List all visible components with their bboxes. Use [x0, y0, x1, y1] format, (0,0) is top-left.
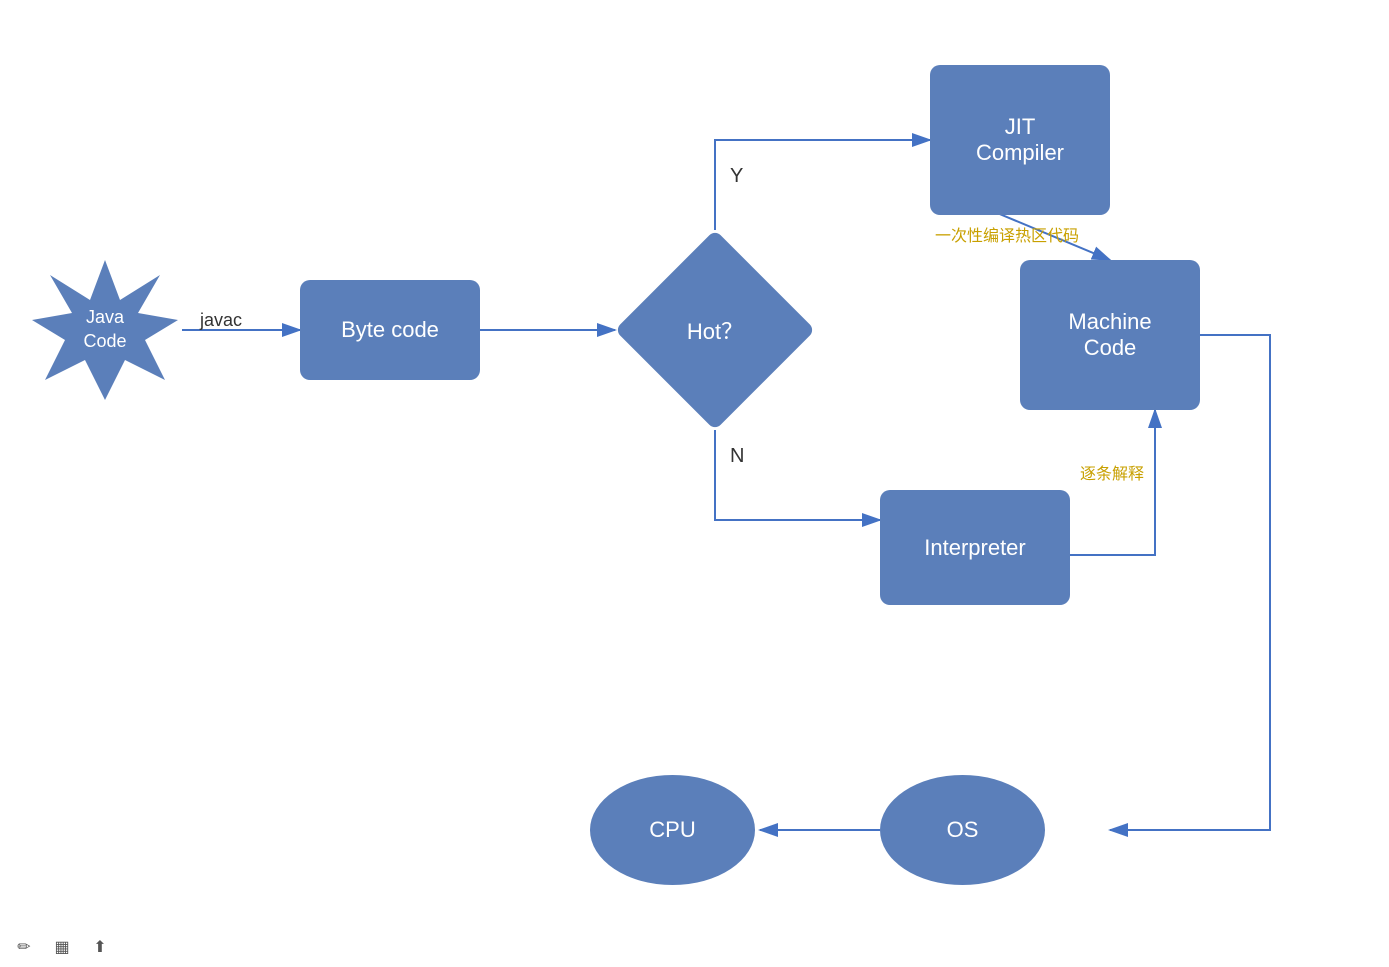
machine-code-node: Machine Code: [1020, 260, 1200, 410]
hot-decision-node: Hot？: [615, 230, 815, 430]
no-label: N: [730, 445, 744, 468]
javac-label: javac: [200, 310, 242, 331]
edit-button[interactable]: ✏: [10, 935, 38, 959]
byte-code-node: Byte code: [300, 280, 480, 380]
diagram: Java Code javac Byte code Hot？ Y N JIT C…: [0, 0, 1389, 967]
svg-text:Java: Java: [86, 307, 125, 327]
java-code-node: Java Code: [30, 255, 180, 405]
export-button[interactable]: ⬆: [86, 935, 114, 959]
os-node: OS: [880, 775, 1045, 885]
table-button[interactable]: ▦: [48, 935, 76, 959]
yes-label: Y: [730, 165, 743, 188]
cpu-node: CPU: [590, 775, 755, 885]
toolbar: ✏ ▦ ⬆: [10, 935, 114, 959]
jit-compiler-node: JIT Compiler: [930, 65, 1110, 215]
svg-text:Code: Code: [83, 331, 126, 351]
interpreter-node: Interpreter: [880, 490, 1070, 605]
interpret-label: 逐条解释: [1080, 460, 1144, 484]
hot-compile-label: 一次性编译热区代码: [935, 222, 1079, 246]
